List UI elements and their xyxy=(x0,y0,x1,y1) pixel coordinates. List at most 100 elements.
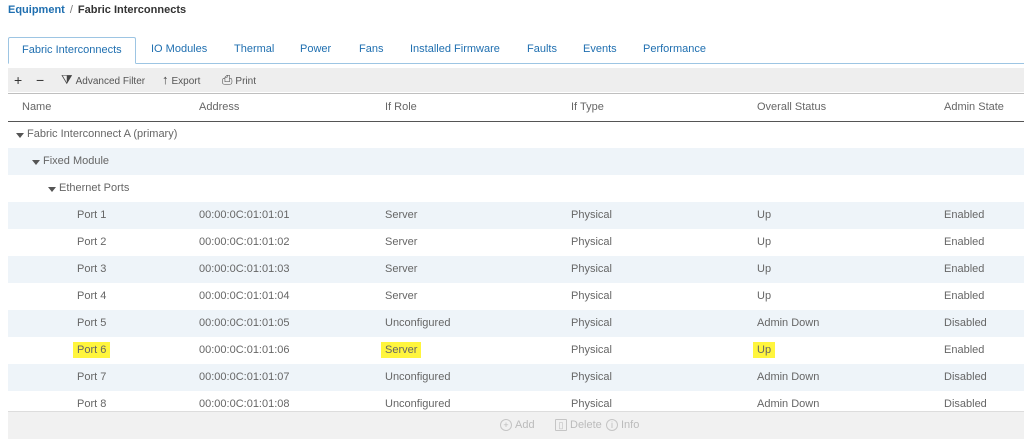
tab-bar: Fabric Interconnects IO Modules Thermal … xyxy=(8,37,1024,64)
port-status-cell: Up xyxy=(757,283,771,310)
expand-arrow-icon[interactable] xyxy=(48,186,56,192)
column-header-overall-status[interactable]: Overall Status xyxy=(757,94,826,121)
port-type-cell: Physical xyxy=(571,310,612,337)
port-role-cell: Unconfigured xyxy=(385,364,450,391)
module-label: Fixed Module xyxy=(43,155,110,167)
port-status-cell-text: Up xyxy=(753,342,776,358)
port-status-cell: Up xyxy=(757,229,771,256)
port-type-cell-text: Physical xyxy=(571,317,612,329)
port-status-cell: Admin Down xyxy=(757,364,819,391)
port-name-cell-text: Port 5 xyxy=(77,317,107,329)
port-admin-state-cell-text: Disabled xyxy=(944,398,987,410)
port-role-cell: Server xyxy=(385,256,417,283)
export-arrow-icon: ↑ xyxy=(162,72,169,87)
port-role-cell: Server xyxy=(381,337,422,364)
tab-power[interactable]: Power xyxy=(300,37,331,61)
port-admin-state-cell: Enabled xyxy=(944,337,984,364)
port-address-cell-text: 00:00:0C:01:01:01 xyxy=(199,209,290,221)
port-role-cell-text: Unconfigured xyxy=(385,398,451,410)
table-row[interactable]: Port 1 00:00:0C:01:01:01 Server Physical Up E… xyxy=(8,202,1024,229)
port-status-cell-text: Up xyxy=(757,236,772,248)
tree-node-fabric: Fabric Interconnect A (primary) xyxy=(16,121,177,148)
tab-faults[interactable]: Faults xyxy=(527,37,557,61)
ports-table-body: Fabric Interconnect A (primary) Fixed Mo… xyxy=(8,121,1024,411)
table-row[interactable]: Port 4 00:00:0C:01:01:04 Server Physical Up E… xyxy=(8,283,1024,310)
port-name-cell: Port 4 xyxy=(77,283,106,310)
breadcrumb-current: Fabric Interconnects xyxy=(77,4,187,16)
port-type-cell-text: Physical xyxy=(571,371,612,383)
port-address-cell: 00:00:0C:01:01:06 xyxy=(199,337,290,364)
port-admin-state-cell-text: Enabled xyxy=(944,344,985,356)
port-role-cell: Unconfigured xyxy=(385,391,450,411)
tab-performance[interactable]: Performance xyxy=(643,37,706,61)
footer-add-button[interactable]: + Add xyxy=(500,412,535,439)
table-row[interactable]: Port 7 00:00:0C:01:01:07 Unconfigured Physi… xyxy=(8,364,1024,391)
tree-row-fabric-interconnect[interactable]: Fabric Interconnect A (primary) xyxy=(8,121,1024,148)
expand-arrow-icon[interactable] xyxy=(16,132,24,138)
port-name-cell-text: Port 1 xyxy=(77,209,107,221)
port-name-cell: Port 7 xyxy=(77,364,106,391)
breadcrumb-equipment-link[interactable]: Equipment xyxy=(8,4,65,16)
port-role-cell: Unconfigured xyxy=(385,310,450,337)
port-role-cell-text: Server xyxy=(385,209,418,221)
ethernet-label: Ethernet Ports xyxy=(59,182,130,194)
tab-io-modules[interactable]: IO Modules xyxy=(151,37,207,61)
port-role-cell: Server xyxy=(385,202,417,229)
port-role-cell-text: Server xyxy=(381,342,422,358)
export-label: Export xyxy=(171,76,201,87)
tab-fans[interactable]: Fans xyxy=(359,37,383,61)
filter-icon: ⧩ xyxy=(61,72,73,87)
table-row[interactable]: Port 5 00:00:0C:01:01:05 Unconfigured Physi… xyxy=(8,310,1024,337)
column-header-if-type[interactable]: If Type xyxy=(571,94,604,121)
print-button[interactable]: ⎙ Print xyxy=(222,68,256,92)
port-admin-state-cell: Disabled xyxy=(944,391,987,411)
column-header-if-role[interactable]: If Role xyxy=(385,94,417,121)
table-toolbar: + − ⧩ Advanced Filter ↑ Export ⎙ Print xyxy=(8,68,1024,92)
port-type-cell: Physical xyxy=(571,364,612,391)
add-row-button[interactable]: + xyxy=(14,68,22,92)
port-admin-state-cell-text: Disabled xyxy=(944,317,987,329)
remove-row-button[interactable]: − xyxy=(36,68,44,92)
port-admin-state-cell-text: Disabled xyxy=(944,371,987,383)
tab-thermal[interactable]: Thermal xyxy=(234,37,274,61)
export-button[interactable]: ↑ Export xyxy=(162,68,200,92)
print-label: Print xyxy=(235,76,256,87)
port-status-cell: Admin Down xyxy=(757,391,819,411)
footer-info-button[interactable]: i Info xyxy=(606,412,639,439)
column-header-address[interactable]: Address xyxy=(199,94,239,121)
table-header: Name Address If Role If Type Overall Sta… xyxy=(8,93,1024,122)
tree-row-ethernet-ports[interactable]: Ethernet Ports xyxy=(8,175,1024,202)
table-row[interactable]: Port 6 00:00:0C:01:01:06 Server Physical Up E… xyxy=(8,337,1024,364)
trash-icon: ▯ xyxy=(555,419,567,432)
table-row[interactable]: Port 3 00:00:0C:01:01:03 Server Physical Up E… xyxy=(8,256,1024,283)
tab-fabric-interconnects[interactable]: Fabric Interconnects xyxy=(8,37,136,64)
footer-delete-button[interactable]: ▯ Delete xyxy=(555,412,602,439)
port-address-cell: 00:00:0C:01:01:02 xyxy=(199,229,290,256)
port-role-cell: Server xyxy=(385,283,417,310)
port-address-cell: 00:00:0C:01:01:03 xyxy=(199,256,290,283)
advanced-filter-label: Advanced Filter xyxy=(75,76,146,87)
port-status-cell: Up xyxy=(757,202,771,229)
advanced-filter-button[interactable]: ⧩ Advanced Filter xyxy=(61,68,145,92)
port-address-cell: 00:00:0C:01:01:05 xyxy=(199,310,290,337)
tab-installed-firmware[interactable]: Installed Firmware xyxy=(410,37,500,61)
tab-events[interactable]: Events xyxy=(583,37,617,61)
port-address-cell-text: 00:00:0C:01:01:08 xyxy=(199,398,290,410)
port-type-cell: Physical xyxy=(571,229,612,256)
port-name-cell-text: Port 6 xyxy=(73,342,111,358)
expand-arrow-icon[interactable] xyxy=(32,159,40,165)
plus-circle-icon: + xyxy=(500,419,512,432)
port-admin-state-cell: Enabled xyxy=(944,256,984,283)
port-status-cell-text: Admin Down xyxy=(757,317,820,329)
port-status-cell: Admin Down xyxy=(757,310,819,337)
column-header-name[interactable]: Name xyxy=(22,94,51,121)
port-admin-state-cell-text: Enabled xyxy=(944,209,985,221)
column-header-admin-state[interactable]: Admin State xyxy=(944,94,1004,121)
tree-node-module: Fixed Module xyxy=(32,148,109,175)
table-row[interactable]: Port 2 00:00:0C:01:01:02 Server Physical Up E… xyxy=(8,229,1024,256)
port-role-cell: Server xyxy=(385,229,417,256)
tree-row-fixed-module[interactable]: Fixed Module xyxy=(8,148,1024,175)
table-row[interactable]: Port 8 00:00:0C:01:01:08 Unconfigured Physi… xyxy=(8,391,1024,411)
port-type-cell: Physical xyxy=(571,202,612,229)
port-address-cell-text: 00:00:0C:01:01:05 xyxy=(199,317,290,329)
